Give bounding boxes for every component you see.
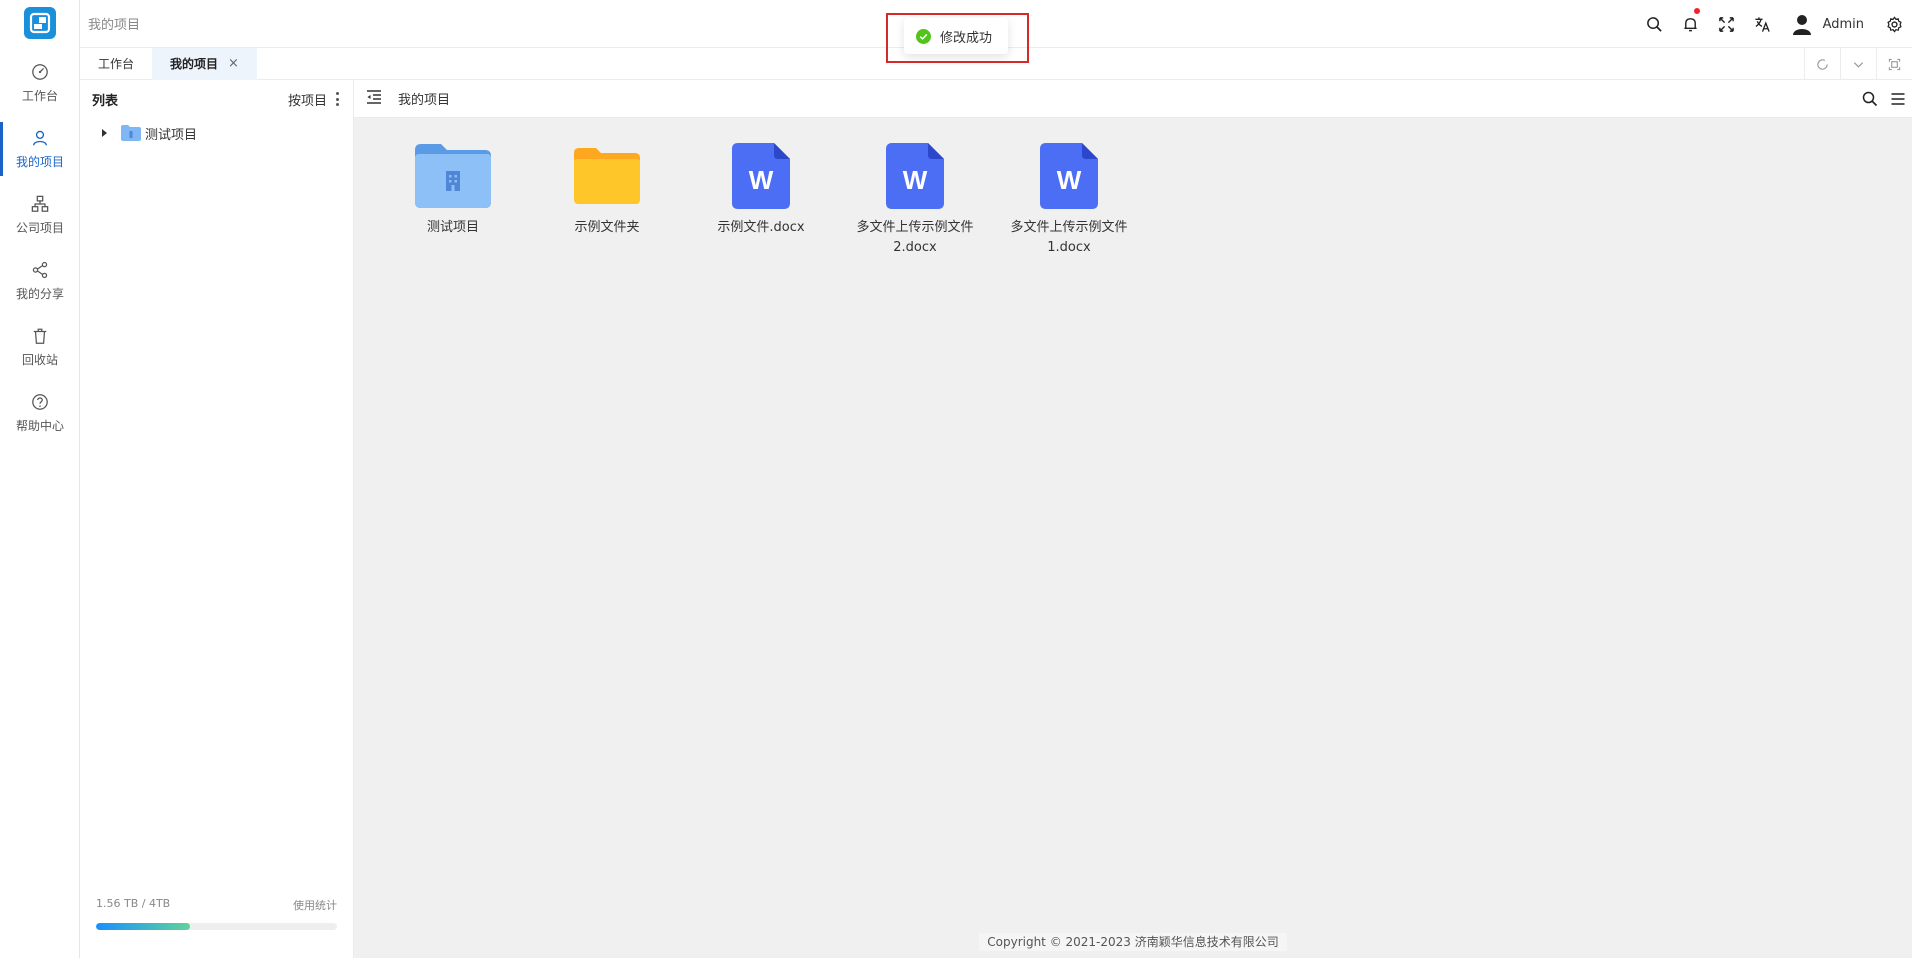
file-item-project[interactable]: 测试项目 bbox=[376, 142, 530, 258]
more-vertical-icon[interactable] bbox=[333, 92, 341, 106]
search-button[interactable] bbox=[1637, 0, 1673, 48]
file-toolbar: 我的项目 bbox=[354, 80, 1912, 118]
rail-item-recycle-bin[interactable]: 回收站 bbox=[0, 314, 80, 380]
project-tree-panel: 列表 按项目 测试项目 1.56 TB / 4TB 使用统计 bbox=[80, 80, 354, 958]
logo-icon bbox=[29, 12, 51, 34]
file-grid: 测试项目 示例文件夹 W 示例文件.docx W 多文件上传示例文件2.docx… bbox=[354, 118, 1912, 258]
rail-item-label: 工作台 bbox=[21, 88, 58, 103]
project-folder-icon bbox=[415, 144, 491, 208]
translate-icon bbox=[1755, 16, 1770, 32]
gear-icon bbox=[1886, 15, 1902, 33]
rail-item-label: 我的分享 bbox=[15, 286, 64, 301]
bell-icon bbox=[1684, 17, 1697, 31]
maximize-button[interactable] bbox=[1876, 48, 1912, 80]
file-item-folder[interactable]: 示例文件夹 bbox=[530, 142, 684, 258]
tree-node-label: 测试项目 bbox=[145, 127, 198, 143]
tab-label: 工作台 bbox=[98, 57, 135, 71]
rail-item-label: 我的项目 bbox=[15, 154, 64, 169]
rail-item-company-projects[interactable]: 公司项目 bbox=[0, 182, 80, 248]
rail-item-label: 公司项目 bbox=[15, 220, 64, 235]
tab-dashboard[interactable]: 工作台 bbox=[80, 48, 152, 80]
usage-stats-link[interactable]: 使用统计 bbox=[293, 897, 337, 913]
language-button[interactable] bbox=[1745, 0, 1781, 48]
group-by-label: 按项目 bbox=[287, 93, 327, 109]
storage-progress-bar bbox=[96, 923, 337, 930]
search-icon bbox=[1647, 16, 1662, 32]
file-menu-button[interactable] bbox=[1884, 80, 1912, 118]
close-icon[interactable]: × bbox=[228, 56, 239, 71]
word-doc-icon: W bbox=[732, 143, 790, 209]
group-by-button[interactable]: 按项目 bbox=[288, 90, 341, 109]
file-name: 测试项目 bbox=[426, 220, 479, 235]
current-folder-title: 我的项目 bbox=[398, 93, 451, 108]
share-icon bbox=[32, 261, 48, 278]
collapse-panel-button[interactable] bbox=[366, 89, 382, 109]
file-name: 多文件上传示例文件1.docx bbox=[1010, 220, 1128, 255]
app-logo[interactable] bbox=[24, 7, 56, 39]
help-icon bbox=[32, 393, 48, 410]
svg-text:W: W bbox=[903, 165, 928, 195]
fullscreen-icon bbox=[1719, 16, 1734, 32]
svg-text:W: W bbox=[749, 165, 774, 195]
file-name: 示例文件.docx bbox=[717, 220, 805, 235]
storage-usage-text: 1.56 TB / 4TB bbox=[96, 897, 171, 910]
trash-icon bbox=[33, 328, 47, 344]
file-browser: 我的项目 测试项目 示例文件夹 W 示例文件.docx W 多文件上传示例文件2… bbox=[354, 80, 1912, 958]
tab-menu-button[interactable] bbox=[1840, 48, 1876, 80]
settings-button[interactable] bbox=[1876, 0, 1912, 48]
rail-item-my-shares[interactable]: 我的分享 bbox=[0, 248, 80, 314]
indent-icon bbox=[367, 89, 381, 104]
folder-icon bbox=[574, 148, 640, 204]
file-name: 示例文件夹 bbox=[574, 220, 640, 235]
copyright: Copyright © 2021-2023 济南颖华信息技术有限公司 bbox=[354, 933, 1912, 951]
storage-progress-fill bbox=[96, 923, 190, 930]
maximize-icon bbox=[1888, 58, 1901, 70]
org-chart-icon bbox=[31, 195, 49, 212]
tab-my-projects[interactable]: 我的项目 × bbox=[152, 47, 257, 80]
storage-usage: 1.56 TB / 4TB 使用统计 bbox=[96, 897, 337, 930]
left-rail: 工作台 我的项目 公司项目 我的分享 回收站 帮助中心 bbox=[0, 0, 80, 958]
tree-node[interactable]: 测试项目 bbox=[80, 118, 353, 148]
word-doc-icon: W bbox=[886, 143, 944, 209]
project-folder-icon bbox=[121, 125, 141, 141]
tab-label: 我的项目 bbox=[170, 57, 219, 71]
breadcrumb: 我的项目 bbox=[88, 18, 141, 33]
copyright-text: Copyright © 2021-2023 济南颖华信息技术有限公司 bbox=[979, 933, 1287, 951]
avatar-icon bbox=[1792, 15, 1811, 35]
file-search-button[interactable] bbox=[1856, 80, 1884, 118]
rail-item-help-center[interactable]: 帮助中心 bbox=[0, 380, 80, 446]
refresh-tab-button[interactable] bbox=[1804, 48, 1840, 80]
file-item-word-doc[interactable]: W 多文件上传示例文件2.docx bbox=[838, 142, 992, 258]
file-item-word-doc[interactable]: W 多文件上传示例文件1.docx bbox=[992, 142, 1146, 258]
file-item-word-doc[interactable]: W 示例文件.docx bbox=[684, 142, 838, 258]
highlight-frame bbox=[886, 13, 1029, 63]
caret-right-icon[interactable] bbox=[102, 129, 107, 137]
panel-title: 列表 bbox=[92, 93, 119, 109]
notification-dot bbox=[1693, 8, 1700, 14]
user-icon bbox=[33, 130, 47, 145]
chevron-down-icon bbox=[1853, 61, 1864, 68]
notifications-button[interactable] bbox=[1673, 0, 1709, 48]
refresh-icon bbox=[1817, 58, 1828, 70]
fullscreen-button[interactable] bbox=[1709, 0, 1745, 48]
svg-text:W: W bbox=[1057, 165, 1082, 195]
rail-item-label: 帮助中心 bbox=[15, 418, 64, 433]
file-name: 多文件上传示例文件2.docx bbox=[856, 220, 974, 255]
word-doc-icon: W bbox=[1040, 143, 1098, 209]
rail-item-my-projects[interactable]: 我的项目 bbox=[0, 116, 80, 182]
username: Admin bbox=[1822, 16, 1864, 32]
menu-icon bbox=[1891, 92, 1905, 105]
user-menu[interactable]: Admin bbox=[1791, 13, 1864, 35]
rail-item-dashboard[interactable]: 工作台 bbox=[0, 50, 80, 116]
dashboard-icon bbox=[32, 63, 48, 80]
search-icon bbox=[1862, 91, 1878, 106]
rail-item-label: 回收站 bbox=[21, 352, 58, 367]
